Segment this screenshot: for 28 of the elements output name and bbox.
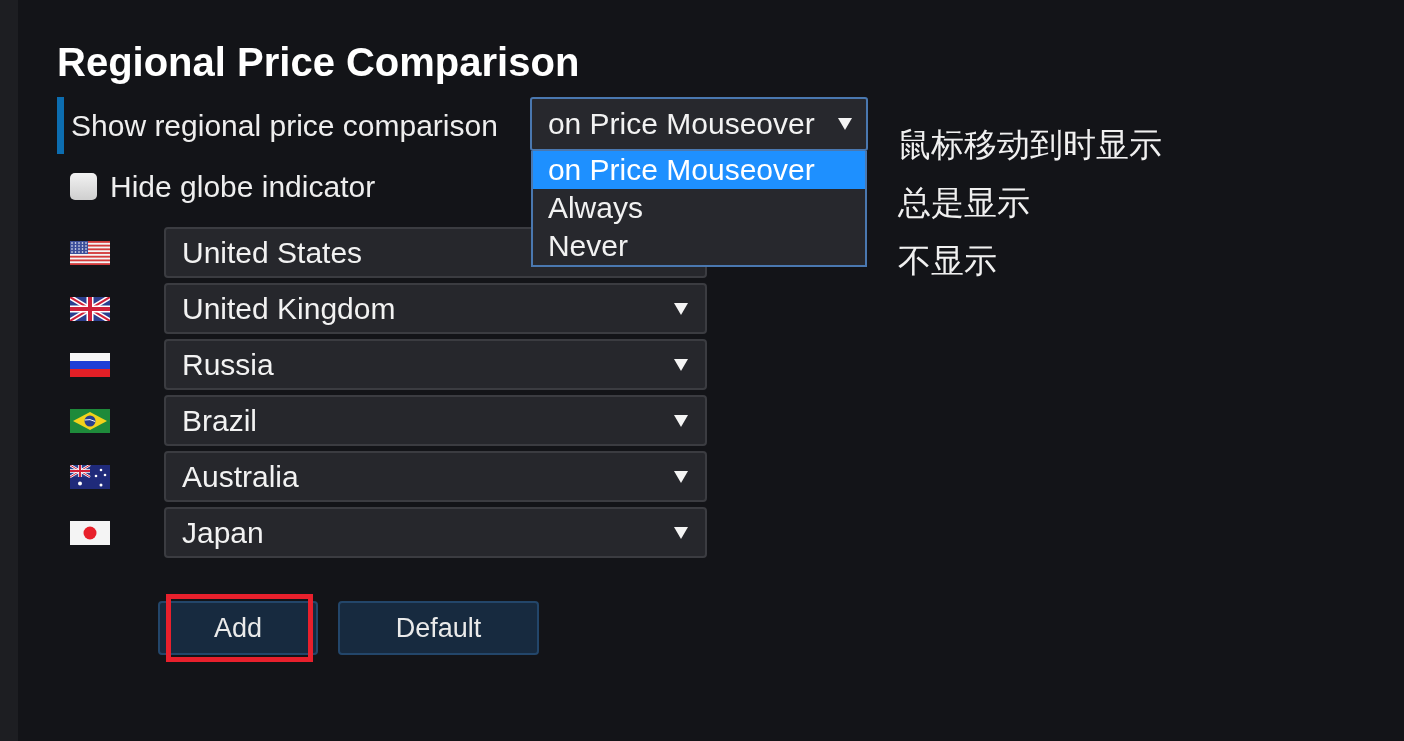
add-button[interactable]: Add: [158, 601, 318, 655]
country-select[interactable]: United Kingdom: [164, 283, 707, 334]
option-note: 总是显示: [897, 183, 1030, 223]
australia-flag-icon: [70, 464, 110, 489]
country-select[interactable]: Japan: [164, 507, 707, 558]
default-button[interactable]: Default: [338, 601, 539, 655]
brazil-flag-icon: [70, 408, 110, 433]
checkbox-label: Hide globe indicator: [110, 169, 376, 204]
caret-icon: [674, 302, 688, 315]
uk-flag-icon: [70, 296, 110, 321]
country-select[interactable]: Australia: [164, 451, 707, 502]
country-select[interactable]: Brazil: [164, 395, 707, 446]
caret-icon: [674, 414, 688, 427]
caret-icon: [674, 358, 688, 371]
setting-label: Show regional price comparison: [57, 97, 498, 154]
dropdown-option[interactable]: Always: [532, 189, 865, 227]
russia-flag-icon: [70, 352, 110, 377]
caret-icon: [674, 526, 688, 539]
caret-icon: [837, 118, 852, 130]
option-note: 鼠标移动到时显示: [897, 125, 1162, 165]
checkbox[interactable]: [70, 173, 97, 200]
country-select[interactable]: Russia: [164, 339, 707, 390]
section-title: Regional Price Comparison: [57, 39, 580, 85]
display-mode-select[interactable]: on Price Mouseover: [529, 97, 868, 151]
us-flag-icon: [70, 240, 110, 265]
japan-flag-icon: [70, 520, 110, 545]
caret-icon: [674, 470, 688, 483]
option-note: 不显示: [897, 241, 997, 281]
